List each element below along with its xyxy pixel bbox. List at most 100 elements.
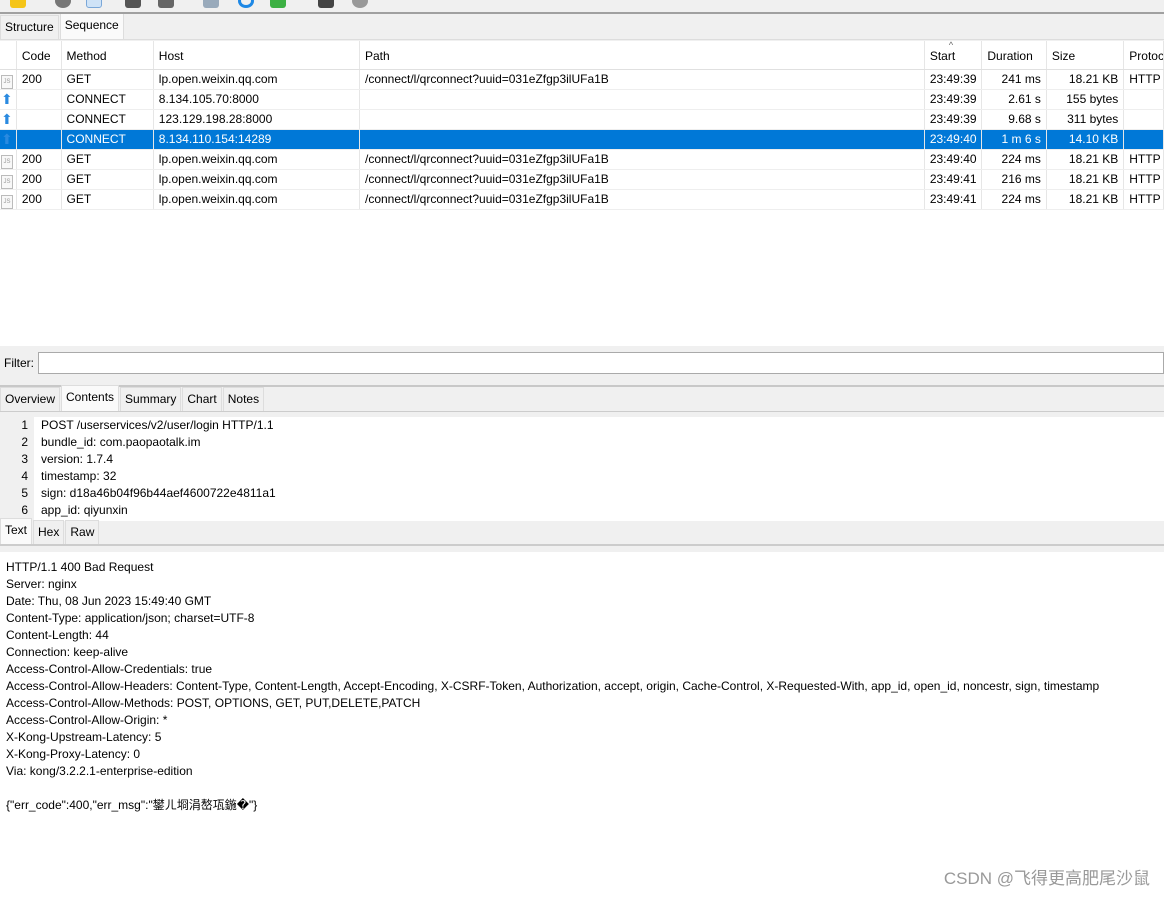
cell-host: lp.open.weixin.qq.com — [154, 170, 360, 189]
cell-code: 200 — [17, 70, 62, 89]
cell-protocol: HTTP — [1124, 170, 1164, 189]
tab-overview[interactable]: Overview — [0, 387, 61, 411]
column-header-start[interactable]: ^ Start — [925, 41, 983, 69]
cell-method: GET — [62, 150, 154, 169]
response-line: Access-Control-Allow-Headers: Content-Ty… — [6, 679, 1100, 693]
upload-arrow-icon: ⬆ — [1, 91, 13, 107]
column-header-duration[interactable]: Duration — [982, 41, 1047, 69]
cell-path: /connect/l/qrconnect?uuid=031eZfgp3ilUFa… — [360, 170, 925, 189]
response-line: Via: kong/3.2.2.1-enterprise-edition — [6, 764, 193, 778]
column-header-host[interactable]: Host — [154, 41, 360, 69]
tab-raw[interactable]: Raw — [65, 520, 100, 544]
throttle-icon[interactable] — [86, 0, 102, 8]
response-line: X-Kong-Upstream-Latency: 5 — [6, 730, 162, 744]
cell-method: CONNECT — [62, 90, 154, 109]
response-line: X-Kong-Proxy-Latency: 0 — [6, 747, 141, 761]
column-header-size[interactable]: Size — [1047, 41, 1125, 69]
cell-protocol: HTTP — [1124, 70, 1164, 89]
js-file-icon: JS — [1, 155, 13, 169]
filter-bar: Filter: — [0, 350, 1164, 376]
table-row[interactable]: JS 200 GET lp.open.weixin.qq.com/connect/l/… — [0, 170, 1164, 190]
cell-path: /connect/l/qrconnect?uuid=031eZfgp3ilUFa… — [360, 150, 925, 169]
record-icon[interactable] — [55, 0, 71, 8]
request-text[interactable]: POST /userservices/v2/user/login HTTP/1.… — [34, 417, 276, 521]
cell-size: 18.21 KB — [1047, 170, 1125, 189]
cell-start: 23:49:39 — [925, 90, 983, 109]
cell-protocol — [1124, 90, 1164, 109]
cell-size: 18.21 KB — [1047, 150, 1125, 169]
cell-start: 23:49:39 — [925, 70, 983, 89]
response-line: HTTP/1.1 400 Bad Request — [6, 560, 154, 574]
cell-size: 18.21 KB — [1047, 190, 1125, 209]
cell-size: 18.21 KB — [1047, 70, 1125, 89]
row-icon-cell: ⬆ — [0, 130, 17, 149]
sort-ascending-icon: ^ — [948, 41, 954, 50]
line-number: 4 — [21, 469, 28, 483]
cell-host: lp.open.weixin.qq.com — [154, 190, 360, 209]
cell-path — [360, 90, 925, 109]
cell-method: CONNECT — [62, 130, 154, 149]
compose-icon[interactable] — [203, 0, 219, 8]
request-pane[interactable]: 1 2 3 4 5 6 POST /userservices/v2/user/login … — [0, 417, 1164, 521]
settings-icon[interactable] — [352, 0, 368, 8]
cell-path — [360, 110, 925, 129]
tab-summary[interactable]: Summary — [120, 387, 182, 411]
column-header-code[interactable]: Code — [17, 41, 62, 69]
cell-method: CONNECT — [62, 110, 154, 129]
table-row[interactable]: ⬆ CONNECT 123.129.198.28:8000 23:49:39 9.68 … — [0, 110, 1164, 130]
table-row[interactable]: JS 200 GET lp.open.weixin.qq.com/connect/l/… — [0, 190, 1164, 210]
cell-code — [17, 110, 62, 129]
cell-size: 14.10 KB — [1047, 130, 1125, 149]
column-header-protocol[interactable]: Protocol — [1124, 41, 1164, 69]
clear-icon[interactable] — [10, 0, 26, 8]
row-icon-cell: JS — [0, 150, 17, 169]
cell-start: 23:49:40 — [925, 130, 983, 149]
response-line: Connection: keep-alive — [6, 645, 129, 659]
tab-chart[interactable]: Chart — [182, 387, 222, 411]
response-line: Server: nginx — [6, 577, 77, 591]
tab-structure[interactable]: Structure — [0, 15, 59, 39]
cell-host: lp.open.weixin.qq.com — [154, 150, 360, 169]
line-number: 1 — [21, 418, 28, 432]
cell-code — [17, 90, 62, 109]
sequence-table: Code Method Host Path ^ Start Duration Si… — [0, 41, 1164, 346]
js-file-icon: JS — [1, 175, 13, 189]
cell-path — [360, 130, 925, 149]
filter-label: Filter: — [4, 356, 34, 370]
row-icon-cell: JS — [0, 70, 17, 89]
breakpoint-icon[interactable] — [125, 0, 141, 8]
tools-icon[interactable] — [318, 0, 334, 8]
cell-host: 8.134.105.70:8000 — [154, 90, 360, 109]
cell-method: GET — [62, 70, 154, 89]
cell-protocol: HTTP — [1124, 190, 1164, 209]
cell-host: lp.open.weixin.qq.com — [154, 70, 360, 89]
tab-hex[interactable]: Hex — [33, 520, 65, 544]
table-row[interactable]: JS 200 GET lp.open.weixin.qq.com/connect/l/… — [0, 70, 1164, 90]
detail-tabs: Overview Contents Summary Chart Notes — [0, 385, 1164, 412]
tab-contents[interactable]: Contents — [61, 385, 120, 411]
request-line: timestamp: 32 — [41, 469, 117, 483]
cell-method: GET — [62, 190, 154, 209]
row-icon-cell: JS — [0, 190, 17, 209]
stop-icon[interactable] — [158, 0, 174, 8]
column-header-icon[interactable] — [0, 41, 17, 69]
tab-notes[interactable]: Notes — [222, 387, 265, 411]
row-icon-cell: ⬆ — [0, 90, 17, 109]
filter-input[interactable] — [38, 352, 1164, 374]
tab-text[interactable]: Text — [0, 518, 33, 544]
cell-method: GET — [62, 170, 154, 189]
upload-arrow-icon: ⬆ — [1, 131, 13, 147]
tab-sequence[interactable]: Sequence — [59, 13, 124, 39]
table-row[interactable]: JS 200 GET lp.open.weixin.qq.com/connect/l/… — [0, 150, 1164, 170]
response-pane[interactable]: HTTP/1.1 400 Bad Request Server: nginx Dat… — [0, 552, 1164, 897]
column-header-path[interactable]: Path — [360, 41, 925, 69]
table-row[interactable]: ⬆ CONNECT 8.134.110.154:14289 23:49:40 1 m 6… — [0, 130, 1164, 150]
request-line: POST /userservices/v2/user/login HTTP/1.… — [41, 418, 274, 432]
repeat-icon[interactable] — [238, 0, 254, 8]
table-row[interactable]: ⬆ CONNECT 8.134.105.70:8000 23:49:39 2.61 s1… — [0, 90, 1164, 110]
line-number: 5 — [21, 486, 28, 500]
validate-icon[interactable] — [270, 0, 286, 8]
request-line: app_id: qiyunxin — [41, 503, 128, 517]
column-header-method[interactable]: Method — [62, 41, 154, 69]
cell-start: 23:49:41 — [925, 190, 983, 209]
